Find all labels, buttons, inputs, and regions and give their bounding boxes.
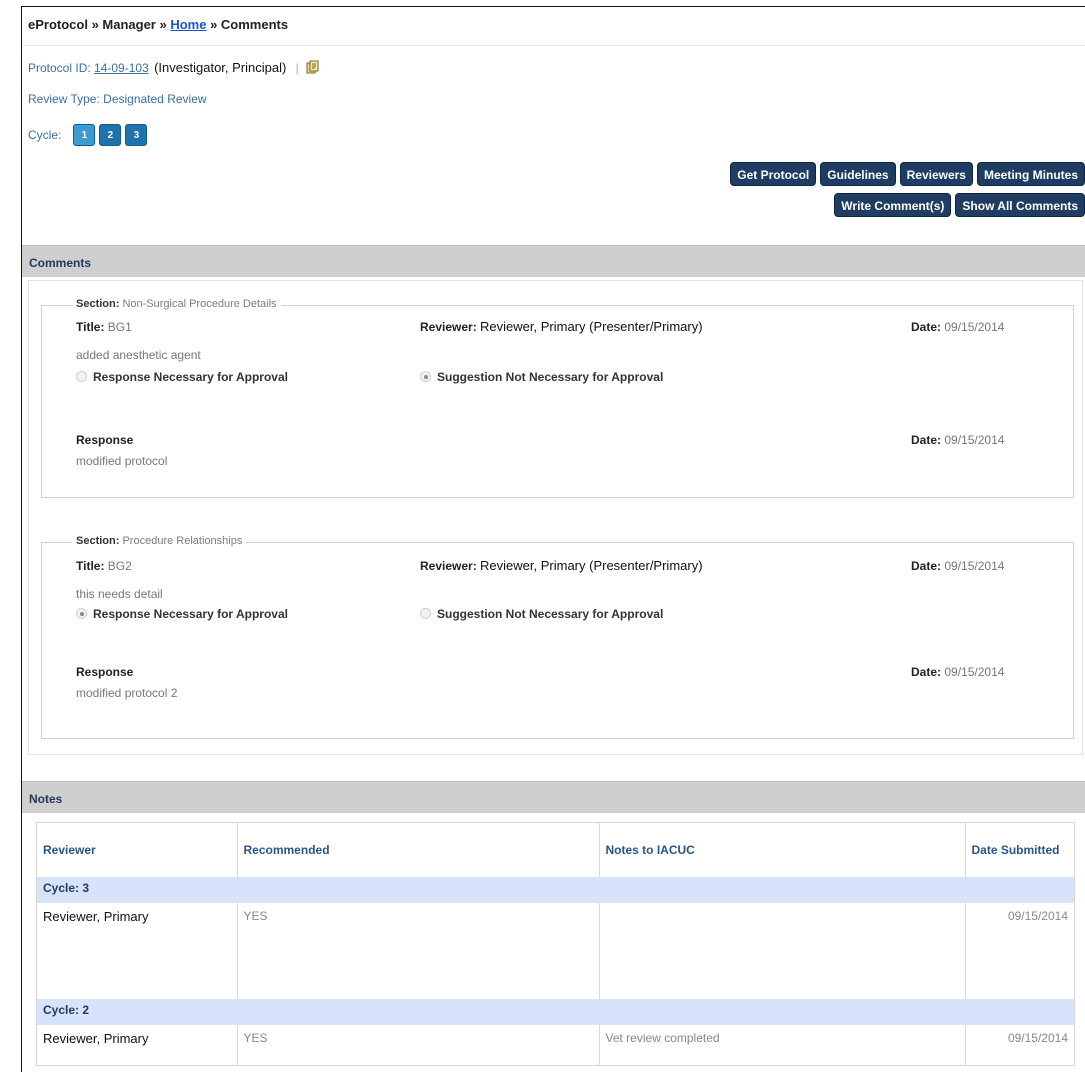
protocol-role: (Investigator, Principal): [154, 60, 287, 75]
protocol-id-link[interactable]: 14-09-103: [94, 61, 149, 75]
comments-panel: Section: Non-Surgical Procedure Details …: [28, 280, 1083, 755]
cycle-group-row: Cycle: 3: [37, 877, 1074, 903]
guidelines-button[interactable]: Guidelines: [820, 162, 896, 186]
response-label: Response: [76, 665, 134, 679]
cell-recommended: YES: [237, 903, 600, 999]
column-notes[interactable]: Notes to IACUC: [599, 823, 966, 877]
radio-button[interactable]: [76, 371, 87, 382]
cycle-label: Cycle:: [28, 128, 62, 142]
suggestion-not-necessary-option[interactable]: Suggestion Not Necessary for Approval: [420, 370, 663, 384]
comment-text: this needs detail: [76, 587, 163, 601]
cell-recommended: YES: [237, 1025, 600, 1065]
cell-reviewer: Reviewer, Primary: [37, 1025, 238, 1065]
notes-header: Notes: [22, 781, 1085, 813]
cycle-2-button[interactable]: 2: [99, 124, 122, 146]
response-date: Date: 09/15/2014: [911, 665, 1005, 679]
write-comments-button[interactable]: Write Comment(s): [834, 193, 952, 217]
response-label: Response: [76, 433, 134, 447]
meeting-minutes-button[interactable]: Meeting Minutes: [976, 162, 1085, 186]
review-type: Review Type: Designated Review: [28, 92, 207, 106]
comment-date: Date: 09/15/2014: [911, 320, 1005, 334]
comment-reviewer: Reviewer: Reviewer, Primary (Presenter/P…: [420, 558, 703, 573]
cell-reviewer: Reviewer, Primary: [37, 903, 238, 999]
column-recommended[interactable]: Recommended: [237, 823, 600, 877]
section-name: Procedure Relationships: [122, 535, 243, 547]
table-row: Reviewer, Primary YES Vet review complet…: [37, 1025, 1074, 1065]
comment-card: Section: Non-Surgical Procedure Details …: [41, 298, 1074, 498]
comment-reviewer: Reviewer: Reviewer, Primary (Presenter/P…: [420, 319, 703, 334]
cell-date: 09/15/2014: [1007, 909, 1068, 923]
cycle-selector: Cycle: 1 2 3: [28, 124, 148, 146]
table-row: Reviewer, Primary YES 09/15/2014: [37, 903, 1074, 999]
action-row-2: Write Comment(s) Show All Comments: [834, 193, 1085, 217]
divider: [22, 45, 1085, 46]
show-all-comments-button[interactable]: Show All Comments: [955, 193, 1085, 217]
reviewers-button[interactable]: Reviewers: [899, 162, 973, 186]
protocol-id-label: Protocol ID:: [28, 61, 95, 75]
cycle-3-button[interactable]: 3: [125, 124, 148, 146]
breadcrumb-current: » Comments: [206, 17, 289, 32]
section-name: Non-Surgical Procedure Details: [122, 298, 277, 310]
column-reviewer[interactable]: Reviewer: [37, 823, 238, 877]
cycle-group-row: Cycle: 2: [37, 999, 1074, 1025]
column-date-submitted[interactable]: Date Submitted: [965, 823, 1074, 877]
comment-text: added anesthetic agent: [76, 348, 201, 362]
response-text: modified protocol: [76, 454, 168, 468]
breadcrumb-prefix: eProtocol » Manager »: [28, 17, 171, 32]
comment-section: Section: Non-Surgical Procedure Details: [72, 298, 281, 310]
response-necessary-option[interactable]: Response Necessary for Approval: [76, 370, 288, 384]
notes-table-wrap: Reviewer Recommended Notes to IACUC Date…: [36, 822, 1075, 1066]
cycle-group-label: Cycle: 2: [37, 999, 1074, 1025]
comment-title: Title: BG1: [76, 320, 132, 334]
response-date: Date: 09/15/2014: [911, 433, 1005, 447]
breadcrumb: eProtocol » Manager » Home » Comments: [28, 17, 288, 32]
comment-card: Section: Procedure Relationships Title: …: [41, 535, 1074, 739]
comment-date: Date: 09/15/2014: [911, 559, 1005, 573]
radio-button[interactable]: [420, 608, 431, 619]
response-text: modified protocol 2: [76, 686, 178, 700]
breadcrumb-home-link[interactable]: Home: [170, 17, 206, 32]
cell-date: 09/15/2014: [1007, 1031, 1068, 1045]
radio-button[interactable]: [420, 371, 431, 382]
response-necessary-option[interactable]: Response Necessary for Approval: [76, 607, 288, 621]
comment-title: Title: BG2: [76, 559, 132, 573]
page-frame: eProtocol » Manager » Home » Comments Pr…: [21, 6, 1085, 1072]
comment-section: Section: Procedure Relationships: [72, 535, 247, 547]
get-protocol-button[interactable]: Get Protocol: [730, 162, 817, 186]
cell-notes: Vet review completed: [599, 1025, 966, 1065]
comments-header: Comments: [22, 245, 1085, 277]
radio-button[interactable]: [76, 608, 87, 619]
cycle-group-label: Cycle: 3: [37, 877, 1074, 903]
suggestion-not-necessary-option[interactable]: Suggestion Not Necessary for Approval: [420, 607, 663, 621]
notes-table: Reviewer Recommended Notes to IACUC Date…: [37, 823, 1074, 1065]
copy-document-icon[interactable]: [306, 60, 320, 74]
separator: |: [295, 61, 299, 75]
action-row-1: Get Protocol Guidelines Reviewers Meetin…: [730, 162, 1085, 186]
cycle-1-button[interactable]: 1: [73, 124, 96, 146]
protocol-id-line: Protocol ID: 14-09-103 (Investigator, Pr…: [28, 60, 320, 75]
table-header-row: Reviewer Recommended Notes to IACUC Date…: [37, 823, 1074, 877]
cell-notes: [599, 903, 966, 999]
